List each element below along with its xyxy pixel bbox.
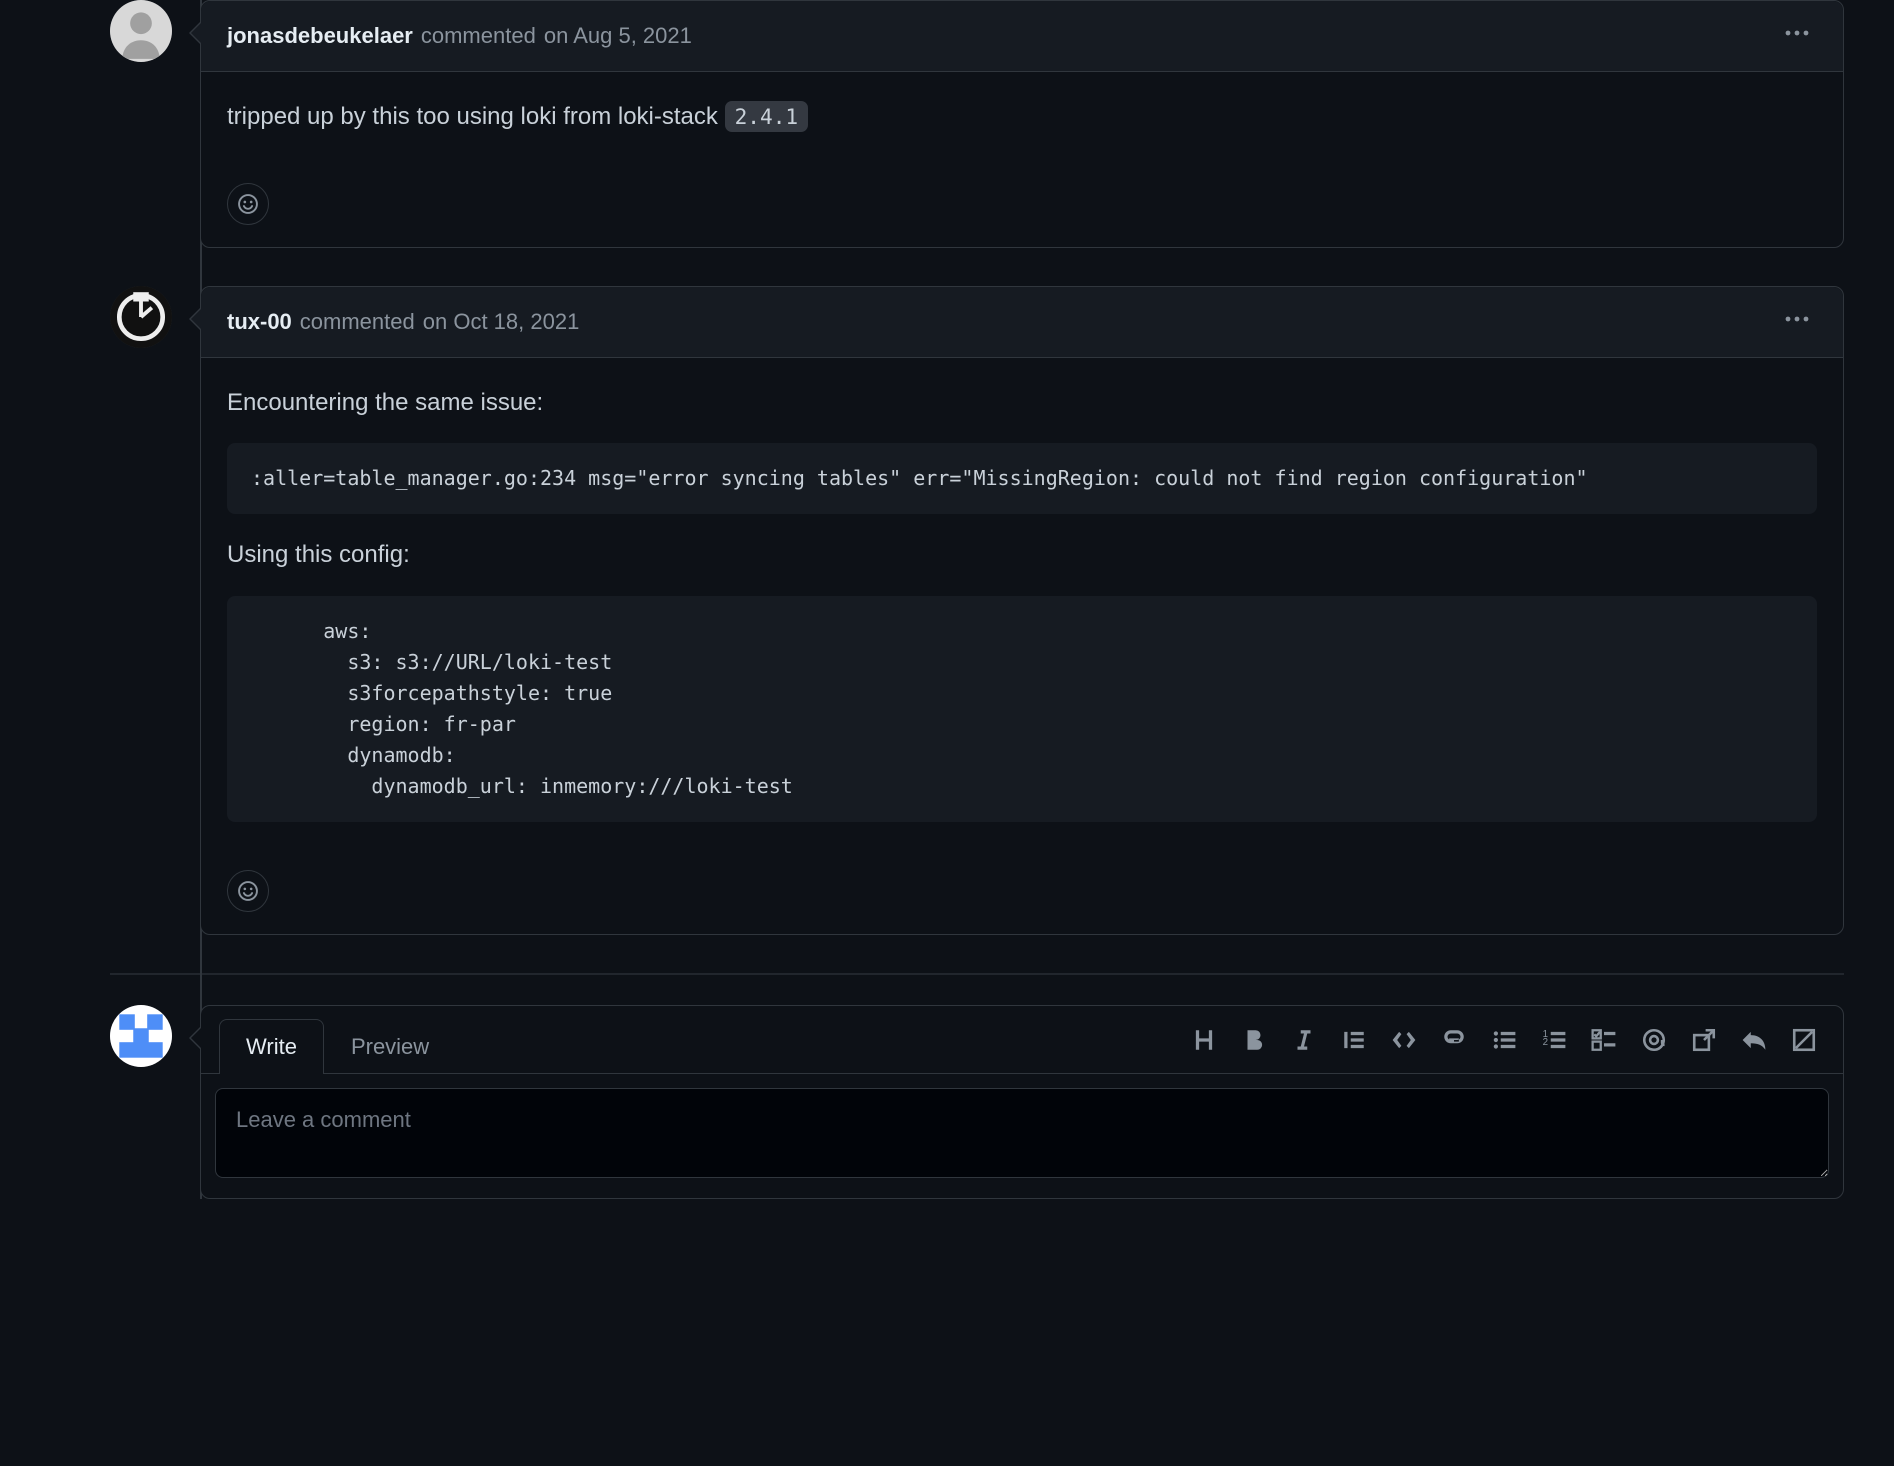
add-reaction-button[interactable] [227, 183, 269, 225]
link-icon [1441, 1027, 1467, 1053]
section-divider [110, 973, 1844, 975]
kebab-icon [1785, 307, 1809, 331]
comment-header: tux-00 commented on Oct 18, 2021 [201, 287, 1843, 358]
comment-body: Encountering the same issue: :aller=tabl… [201, 358, 1843, 869]
diff-button[interactable] [1791, 1027, 1817, 1053]
avatar-icon [110, 286, 172, 348]
italic-button[interactable] [1291, 1027, 1317, 1053]
comment-date[interactable]: on Oct 18, 2021 [423, 309, 580, 335]
heading-button[interactable] [1191, 1027, 1217, 1053]
bold-icon [1241, 1027, 1267, 1053]
avatar-icon [110, 0, 172, 62]
list-ordered-icon: 12 [1541, 1027, 1567, 1053]
new-comment: Write Preview 12 [110, 1005, 1844, 1199]
comment-author[interactable]: jonasdebeukelaer [227, 23, 413, 49]
svg-text:2: 2 [1543, 1037, 1548, 1048]
heading-icon [1191, 1027, 1217, 1053]
bold-button[interactable] [1241, 1027, 1267, 1053]
tab-write[interactable]: Write [219, 1019, 324, 1074]
comment-actions-menu[interactable] [1777, 303, 1817, 341]
mention-icon [1641, 1027, 1667, 1053]
avatar[interactable] [110, 286, 172, 348]
new-comment-box: Write Preview 12 [200, 1005, 1844, 1199]
comment: jonasdebeukelaer commented on Aug 5, 202… [110, 0, 1844, 248]
code-icon [1391, 1027, 1417, 1053]
comment-box: jonasdebeukelaer commented on Aug 5, 202… [200, 0, 1844, 248]
comment: tux-00 commented on Oct 18, 2021 Encount… [110, 286, 1844, 934]
comment-actions-menu[interactable] [1777, 17, 1817, 55]
comment-body: tripped up by this too using loki from l… [201, 72, 1843, 183]
cross-reference-button[interactable] [1691, 1027, 1717, 1053]
avatar[interactable] [110, 0, 172, 62]
smiley-icon [237, 880, 259, 902]
link-button[interactable] [1441, 1027, 1467, 1053]
commented-label: commented [421, 23, 536, 49]
comment-textarea[interactable] [215, 1088, 1829, 1178]
italic-icon [1291, 1027, 1317, 1053]
inline-code: 2.4.1 [725, 101, 809, 132]
unordered-list-button[interactable] [1491, 1027, 1517, 1053]
reply-icon [1741, 1027, 1767, 1053]
code-block: aws: s3: s3://URL/loki-test s3forcepaths… [227, 596, 1817, 822]
smiley-icon [237, 193, 259, 215]
comment-text: tripped up by this too using loki from l… [227, 103, 725, 130]
comment-header: jonasdebeukelaer commented on Aug 5, 202… [201, 1, 1843, 72]
quote-button[interactable] [1341, 1027, 1367, 1053]
comment-box: tux-00 commented on Oct 18, 2021 Encount… [200, 286, 1844, 934]
current-user-avatar[interactable] [110, 1005, 172, 1067]
diff-icon [1791, 1027, 1817, 1053]
comment-author[interactable]: tux-00 [227, 309, 292, 335]
comment-text: Using this config: [227, 536, 1817, 573]
reply-button[interactable] [1741, 1027, 1767, 1053]
avatar-icon [110, 1005, 172, 1067]
mention-button[interactable] [1641, 1027, 1667, 1053]
code-button[interactable] [1391, 1027, 1417, 1053]
commented-label: commented [300, 309, 415, 335]
markdown-toolbar: 12 [1191, 1027, 1825, 1063]
cross-reference-icon [1691, 1027, 1717, 1053]
task-list-button[interactable] [1591, 1027, 1617, 1053]
list-unordered-icon [1491, 1027, 1517, 1053]
quote-icon [1341, 1027, 1367, 1053]
kebab-icon [1785, 21, 1809, 45]
tab-preview[interactable]: Preview [324, 1019, 456, 1074]
tasklist-icon [1591, 1027, 1617, 1053]
add-reaction-button[interactable] [227, 870, 269, 912]
comment-date[interactable]: on Aug 5, 2021 [544, 23, 692, 49]
ordered-list-button[interactable]: 12 [1541, 1027, 1567, 1053]
comment-text: Encountering the same issue: [227, 384, 1817, 421]
code-block: :aller=table_manager.go:234 msg="error s… [227, 443, 1817, 514]
